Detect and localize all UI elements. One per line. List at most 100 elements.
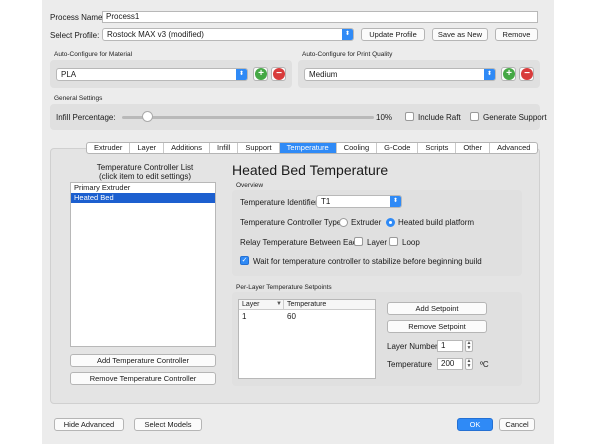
col-layer-header[interactable]: Layer [242,301,260,308]
profile-select[interactable]: Rostock MAX v3 (modified) ⬍ [102,28,354,41]
infill-slider-track[interactable] [122,116,374,119]
add-quality-button[interactable]: + [501,67,516,81]
chevron-updown-icon: ⬍ [342,29,353,40]
tab-infill[interactable]: Infill [210,143,239,153]
setpoints-title: Per-Layer Temperature Setpoints [236,284,332,291]
save-as-new-button[interactable]: Save as New [432,28,488,41]
settings-tab-bar: Extruder Layer Additions Infill Support Tempe… [86,142,539,154]
material-group: PLA ⬍ + − [50,60,292,88]
general-settings-title: General Settings [54,95,103,102]
relay-layer-checkbox[interactable] [354,237,363,246]
generate-support-checkbox[interactable] [470,112,479,121]
type-extruder-label: Extruder [351,218,382,227]
tab-other[interactable]: Other [456,143,491,153]
sort-down-icon: ▼ [276,301,282,307]
controller-type-label: Temperature Controller Type: [240,218,344,227]
quality-group: Medium ⬍ + − [298,60,540,88]
relay-label: Relay Temperature Between Each: [240,238,364,247]
remove-temperature-controller-button[interactable]: Remove Temperature Controller [70,372,216,385]
ok-button[interactable]: OK [457,418,493,431]
minus-icon: − [521,68,533,80]
tab-support[interactable]: Support [238,143,280,153]
col-temperature-header[interactable]: Temperature [287,301,326,308]
quality-group-title: Auto-Configure for Print Quality [302,51,393,58]
layer-number-stepper[interactable]: ▲ ▼ [465,340,473,352]
tab-scripts[interactable]: Scripts [418,143,457,153]
tab-additions[interactable]: Additions [164,143,210,153]
tab-g-code[interactable]: G-Code [377,143,419,153]
chevron-updown-icon: ⬍ [236,69,247,80]
type-heated-platform-radio[interactable] [386,218,395,227]
relay-loop-label: Loop [402,238,420,247]
add-material-button[interactable]: + [253,67,268,81]
tab-advanced[interactable]: Advanced [490,143,537,153]
material-group-title: Auto-Configure for Material [54,51,133,58]
cancel-button[interactable]: Cancel [499,418,535,431]
include-raft-label: Include Raft [418,113,461,122]
list-item[interactable]: Heated Bed [71,193,215,203]
update-profile-button[interactable]: Update Profile [361,28,425,41]
temperature-unit: ºC [480,360,489,369]
layer-number-input[interactable]: 1 [437,340,463,352]
add-setpoint-button[interactable]: Add Setpoint [387,302,487,315]
process-name-label: Process Name: [50,13,105,22]
infill-label: Infill Percentage: [56,113,116,122]
remove-profile-button[interactable]: Remove [495,28,538,41]
select-models-button[interactable]: Select Models [134,418,202,431]
tab-cooling[interactable]: Cooling [337,143,378,153]
process-settings-window: Process Name: Process1 Select Profile: R… [42,0,554,444]
tab-extruder[interactable]: Extruder [87,143,131,153]
quality-select[interactable]: Medium ⬍ [304,68,496,81]
controller-list[interactable]: Primary Extruder Heated Bed [70,182,216,347]
remove-setpoint-button[interactable]: Remove Setpoint [387,320,487,333]
hide-advanced-button[interactable]: Hide Advanced [54,418,124,431]
generate-support-label: Generate Support [483,113,547,122]
infill-value: 10% [376,113,393,122]
detail-title: Heated Bed Temperature [232,162,389,178]
tab-layer[interactable]: Layer [130,143,165,153]
add-temperature-controller-button[interactable]: Add Temperature Controller [70,354,216,367]
controller-list-subheading: (click item to edit settings) [98,172,192,181]
remove-quality-button[interactable]: − [519,67,534,81]
row-layer-cell: 1 [242,312,247,321]
minus-icon: − [273,68,285,80]
general-settings-group: Infill Percentage: 10% Include Raft Gene… [50,104,547,130]
controller-list-heading: Temperature Controller List [96,163,194,172]
overview-group: Temperature Identifier T1 ⬍ Temperature … [232,190,522,276]
type-heated-platform-label: Heated build platform [398,218,475,227]
plus-icon: + [255,68,267,80]
include-raft-checkbox[interactable] [405,112,414,121]
temperature-input[interactable]: 200 [437,358,463,370]
chevron-updown-icon: ⬍ [484,69,495,80]
setpoints-table[interactable]: Layer ▼ Temperature 1 60 [238,299,376,379]
layer-number-label: Layer Number [387,342,438,351]
plus-icon: + [503,68,515,80]
type-extruder-radio[interactable] [339,218,348,227]
profile-selected-value: Rostock MAX v3 (modified) [107,30,204,39]
table-row[interactable]: 1 60 [239,312,375,322]
row-temperature-cell: 60 [287,312,296,321]
temperature-identifier-select[interactable]: T1 ⬍ [316,195,402,208]
tab-temperature[interactable]: Temperature [279,143,337,153]
process-name-input[interactable]: Process1 [102,11,538,23]
material-select[interactable]: PLA ⬍ [56,68,248,81]
setpoints-table-header: Layer ▼ Temperature [239,300,375,310]
relay-layer-label: Layer [367,238,388,247]
remove-material-button[interactable]: − [271,67,286,81]
temperature-stepper[interactable]: ▲ ▼ [465,358,473,370]
infill-slider-thumb[interactable] [142,111,154,122]
material-selected-value: PLA [61,70,77,79]
column-divider [283,300,284,310]
select-profile-label: Select Profile: [50,31,100,40]
list-item[interactable]: Primary Extruder [71,183,215,193]
temperature-label: Temperature [387,360,432,369]
setpoints-group: Layer ▼ Temperature 1 60 Add Setpoint Re… [232,292,522,386]
wait-stabilize-label: Wait for temperature controller to stabi… [253,257,482,266]
chevron-updown-icon: ⬍ [390,196,401,207]
temperature-identifier-value: T1 [321,197,331,206]
relay-loop-checkbox[interactable] [389,237,398,246]
overview-title: Overview [236,182,264,189]
temperature-identifier-label: Temperature Identifier [240,198,318,207]
quality-selected-value: Medium [309,70,338,79]
wait-stabilize-checkbox[interactable]: ✓ [240,256,249,265]
